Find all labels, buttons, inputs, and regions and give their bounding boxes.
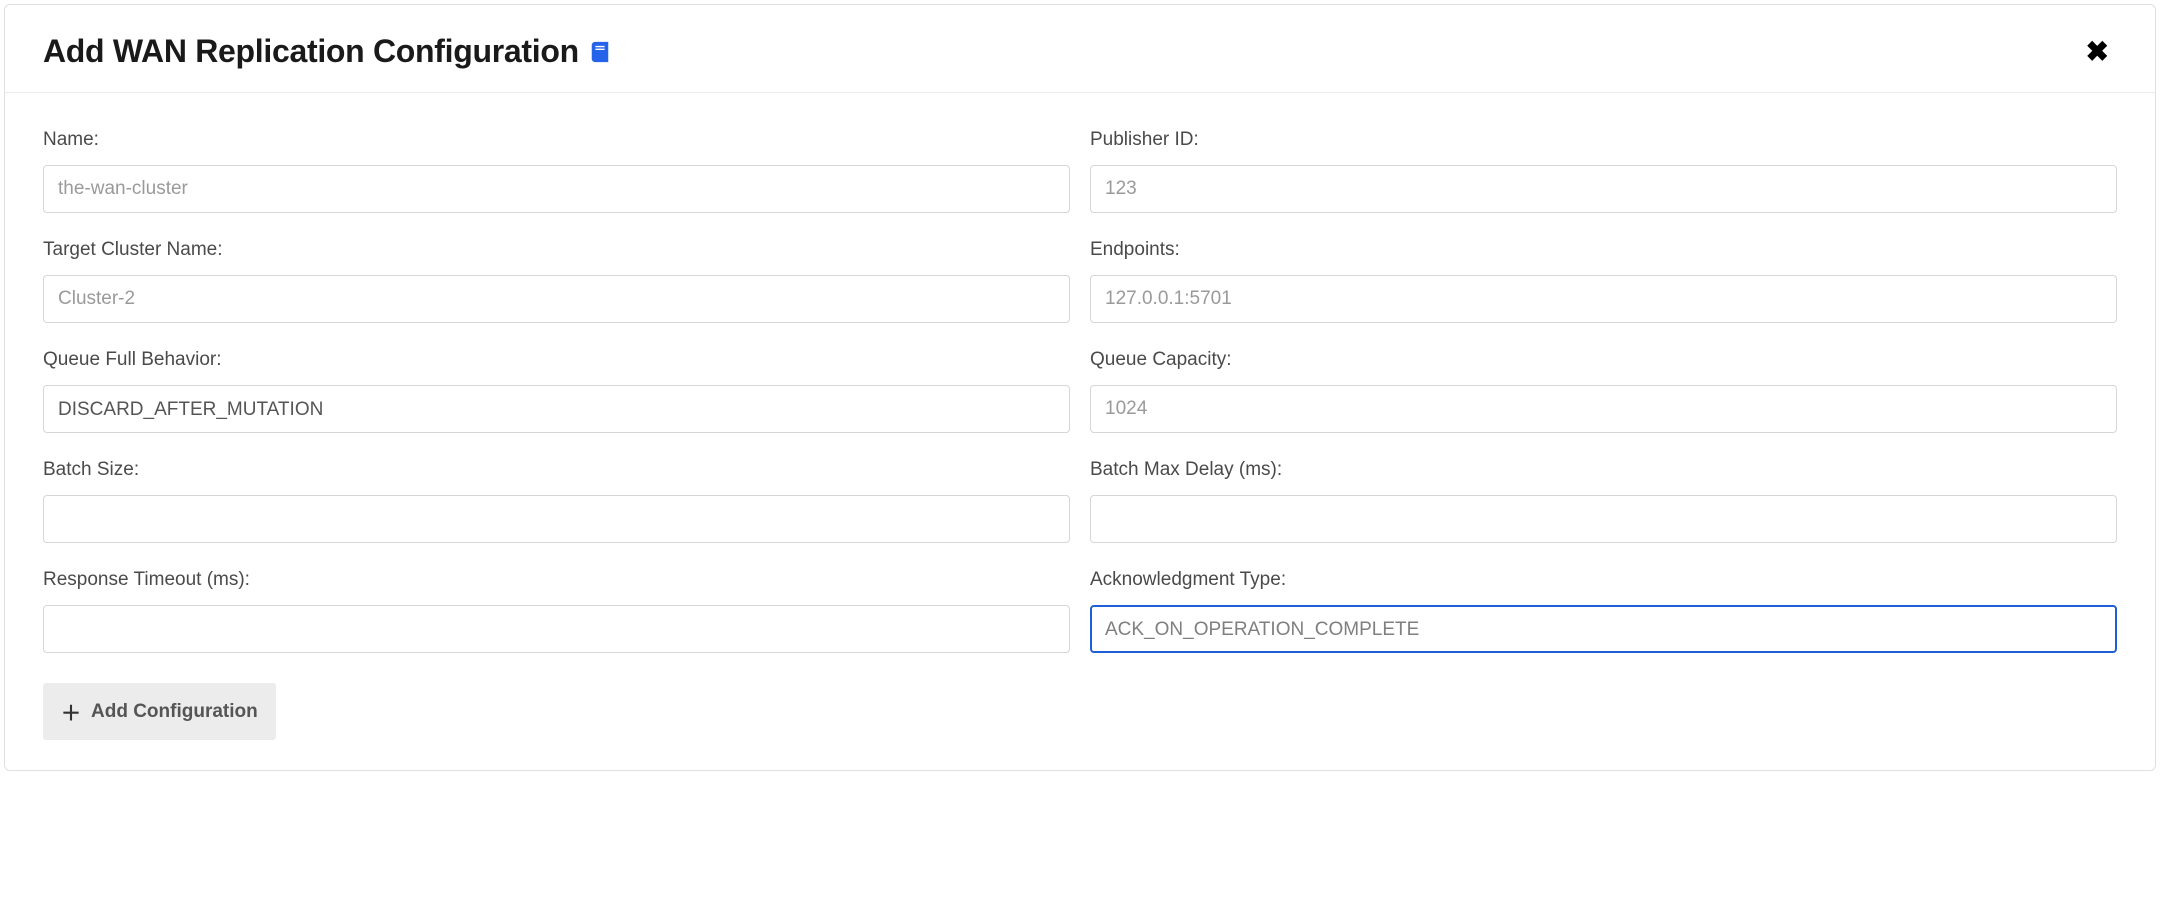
form-group-name: Name: [43,129,1070,213]
form-group-batch-size: Batch Size: [43,459,1070,543]
close-icon: ✖ [2086,36,2109,67]
queue-full-behavior-select[interactable]: DISCARD_AFTER_MUTATION [43,385,1070,433]
form-group-batch-max-delay: Batch Max Delay (ms): [1090,459,2117,543]
form-group-response-timeout: Response Timeout (ms): [43,569,1070,653]
endpoints-input[interactable] [1090,275,2117,323]
endpoints-label: Endpoints: [1090,239,2117,261]
batch-max-delay-input[interactable] [1090,495,2117,543]
publisher-id-input[interactable] [1090,165,2117,213]
form-group-ack-type: Acknowledgment Type: ACK_ON_OPERATION_CO… [1090,569,2117,653]
batch-size-input[interactable] [43,495,1070,543]
close-button[interactable]: ✖ [2078,34,2117,70]
book-icon[interactable] [589,41,611,63]
panel-body: Name: Publisher ID: Target Cluster Name:… [5,93,2155,770]
target-cluster-label: Target Cluster Name: [43,239,1070,261]
name-input[interactable] [43,165,1070,213]
name-label: Name: [43,129,1070,151]
wan-replication-config-panel: Add WAN Replication Configuration ✖ Name… [4,4,2156,771]
ack-type-select[interactable]: ACK_ON_OPERATION_COMPLETE [1090,605,2117,653]
title-wrap: Add WAN Replication Configuration [43,33,611,70]
batch-size-label: Batch Size: [43,459,1070,481]
action-row: ＋ Add Configuration [43,683,2117,740]
response-timeout-input[interactable] [43,605,1070,653]
form-group-queue-full-behavior: Queue Full Behavior: DISCARD_AFTER_MUTAT… [43,349,1070,433]
queue-capacity-input[interactable] [1090,385,2117,433]
publisher-id-label: Publisher ID: [1090,129,2117,151]
form-group-publisher-id: Publisher ID: [1090,129,2117,213]
target-cluster-input[interactable] [43,275,1070,323]
queue-full-behavior-label: Queue Full Behavior: [43,349,1070,371]
form-grid: Name: Publisher ID: Target Cluster Name:… [43,129,2117,653]
form-group-endpoints: Endpoints: [1090,239,2117,323]
batch-max-delay-label: Batch Max Delay (ms): [1090,459,2117,481]
add-configuration-button[interactable]: ＋ Add Configuration [43,683,276,740]
form-group-queue-capacity: Queue Capacity: [1090,349,2117,433]
plus-icon: ＋ [61,697,81,726]
queue-capacity-label: Queue Capacity: [1090,349,2117,371]
response-timeout-label: Response Timeout (ms): [43,569,1070,591]
page-title: Add WAN Replication Configuration [43,33,579,70]
add-configuration-label: Add Configuration [91,701,258,723]
panel-header: Add WAN Replication Configuration ✖ [5,5,2155,93]
form-group-target-cluster: Target Cluster Name: [43,239,1070,323]
ack-type-label: Acknowledgment Type: [1090,569,2117,591]
